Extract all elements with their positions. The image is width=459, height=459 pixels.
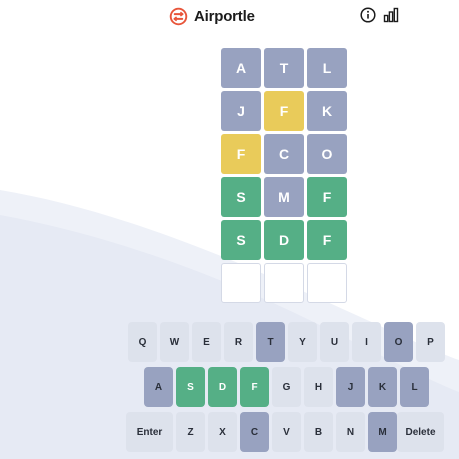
info-icon[interactable] [360,7,376,23]
keyboard-row-3: Enter Z X C V B N M Delete [0,412,459,452]
grid-tile: A [221,48,261,88]
airportle-logo-icon [169,7,188,25]
key-q[interactable]: Q [128,322,157,362]
app-title: Airportle [194,7,255,25]
delete-key[interactable]: Delete [397,412,444,452]
grid-tile: J [221,91,261,131]
key-s[interactable]: S [176,367,205,407]
keyboard-row-1: QWERTYUIOP [0,322,459,362]
enter-key[interactable]: Enter [126,412,173,452]
grid-tile: F [221,134,261,174]
keyboard-row-2: ASDFGHJKL [0,367,459,407]
key-w[interactable]: W [160,322,189,362]
grid-tile: F [307,220,347,260]
app-header: Airportle [0,0,459,32]
key-b[interactable]: B [304,412,333,452]
grid-tile: O [307,134,347,174]
key-i[interactable]: I [352,322,381,362]
key-e[interactable]: E [192,322,221,362]
grid-tile: C [264,134,304,174]
key-n[interactable]: N [336,412,365,452]
key-p[interactable]: P [416,322,445,362]
key-u[interactable]: U [320,322,349,362]
grid-tile [307,263,347,303]
key-c[interactable]: C [240,412,269,452]
grid-tile: S [221,177,261,217]
key-r[interactable]: R [224,322,253,362]
grid-tile: L [307,48,347,88]
key-t[interactable]: T [256,322,285,362]
key-y[interactable]: Y [288,322,317,362]
key-v[interactable]: V [272,412,301,452]
grid-tile [264,263,304,303]
grid-tile: F [264,91,304,131]
brand: Airportle [169,6,255,26]
grid-tile: F [307,177,347,217]
key-k[interactable]: K [368,367,397,407]
stats-bar-chart-icon[interactable] [383,7,399,23]
grid-tile: K [307,91,347,131]
key-g[interactable]: G [272,367,301,407]
key-x[interactable]: X [208,412,237,452]
grid-tile [221,263,261,303]
key-d[interactable]: D [208,367,237,407]
key-j[interactable]: J [336,367,365,407]
grid-tile: M [264,177,304,217]
key-a[interactable]: A [144,367,173,407]
guess-grid: ATLJFKFCOSMFSDF [221,48,347,303]
key-m[interactable]: M [368,412,397,452]
key-l[interactable]: L [400,367,429,407]
grid-tile: D [264,220,304,260]
grid-tile: S [221,220,261,260]
grid-tile: T [264,48,304,88]
key-z[interactable]: Z [176,412,205,452]
key-o[interactable]: O [384,322,413,362]
key-h[interactable]: H [304,367,333,407]
key-f[interactable]: F [240,367,269,407]
